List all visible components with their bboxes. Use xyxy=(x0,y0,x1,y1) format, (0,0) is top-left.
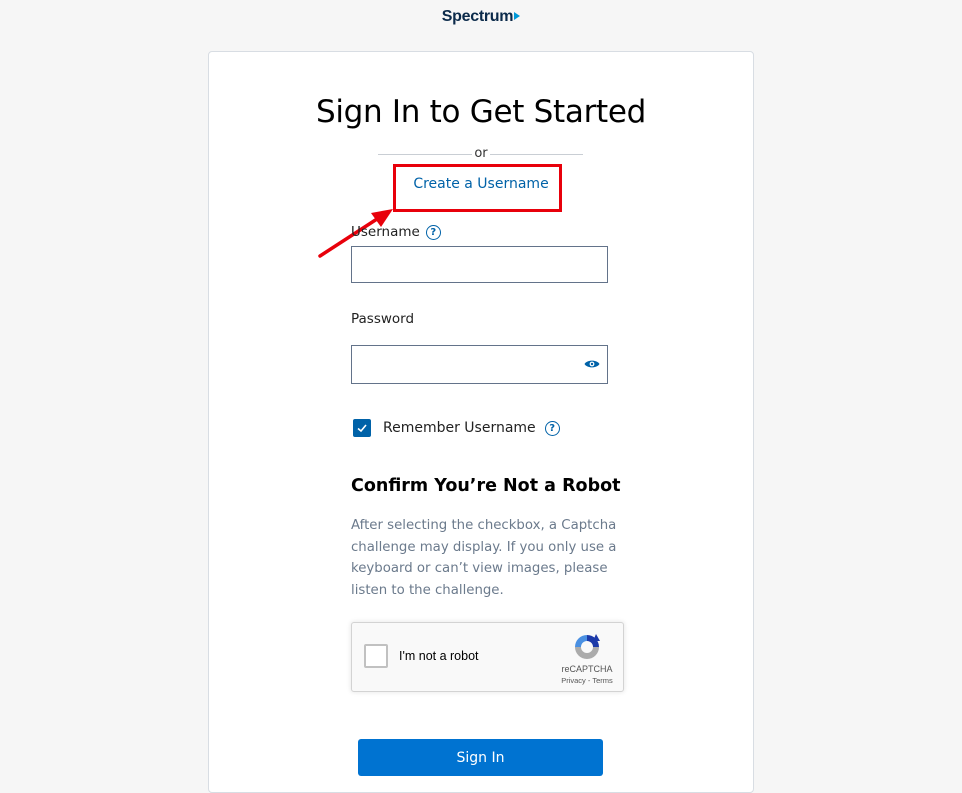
username-input[interactable] xyxy=(351,246,608,283)
recaptcha-label: I'm not a robot xyxy=(399,649,479,663)
annotation-highlight-box xyxy=(393,164,562,212)
recaptcha-links: Privacy - Terms xyxy=(544,676,630,685)
recaptcha-checkbox[interactable] xyxy=(364,644,388,668)
remember-username-checkbox[interactable] xyxy=(353,419,371,437)
username-label-text: Username xyxy=(351,224,420,240)
recaptcha-logo-icon xyxy=(575,634,600,659)
robot-section-title: Confirm You’re Not a Robot xyxy=(351,476,621,496)
logo-text: Spectrum xyxy=(441,8,514,25)
password-input[interactable] xyxy=(351,345,608,384)
password-label: Password xyxy=(351,311,415,327)
spectrum-logo: Spectrum xyxy=(0,8,962,26)
recaptcha-terms-link[interactable]: Terms xyxy=(592,676,612,685)
remember-username-text: Remember Username xyxy=(383,420,536,436)
remember-username-label: Remember Username? xyxy=(383,420,560,436)
logo-play-icon xyxy=(514,12,521,20)
page-title: Sign In to Get Started xyxy=(315,94,647,130)
sign-in-button[interactable]: Sign In xyxy=(358,739,603,776)
show-password-eye-icon[interactable] xyxy=(584,358,600,370)
or-separator: or xyxy=(474,146,488,161)
username-label: Username? xyxy=(351,224,441,240)
checkmark-icon xyxy=(357,424,367,433)
recaptcha-brand: reCAPTCHA xyxy=(561,664,613,674)
recaptcha-privacy-link[interactable]: Privacy xyxy=(561,676,586,685)
username-help-icon[interactable]: ? xyxy=(425,225,441,240)
remember-help-icon[interactable]: ? xyxy=(544,421,560,436)
recaptcha-widget: I'm not a robot reCAPTCHA Privacy - Term… xyxy=(351,622,624,692)
robot-section-description: After selecting the checkbox, a Captcha … xyxy=(351,518,617,599)
